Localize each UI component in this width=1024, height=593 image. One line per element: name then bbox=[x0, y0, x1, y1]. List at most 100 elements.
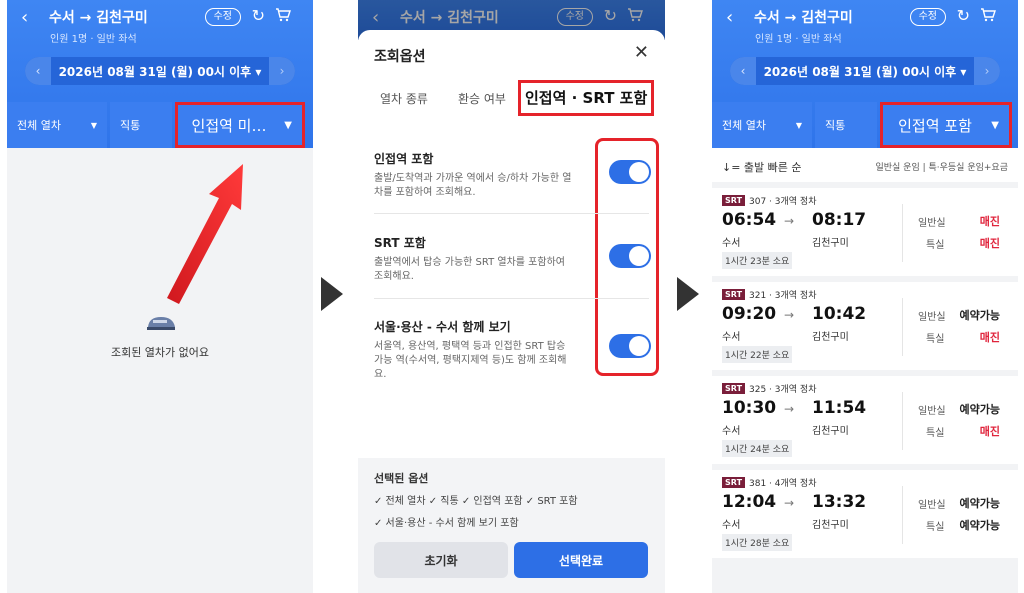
edit-button[interactable]: 수정 bbox=[204, 8, 241, 26]
option-title: SRT 포함 bbox=[374, 236, 426, 250]
filter-nearby-station[interactable]: 인접역 포함 ▼ bbox=[880, 102, 1012, 148]
edit-button[interactable]: 수정 bbox=[909, 8, 946, 26]
divider bbox=[902, 298, 903, 356]
date-selector[interactable]: ‹ 2026년 08월 31일 (월) 00시 이후 ▾ › bbox=[730, 57, 1000, 85]
next-date-icon[interactable]: › bbox=[974, 57, 1000, 85]
sort-row: ↓= 출발 빠른 순 일반실 운임 | 특·우등실 운임+요금 bbox=[712, 148, 1018, 182]
departure-station: 수서 bbox=[722, 332, 741, 343]
special-seat-status[interactable]: 매진 bbox=[980, 329, 1000, 345]
train-card[interactable]: SRT 307 · 3개역 정차 06:54 → 08:17 수서 김천구미 1… bbox=[712, 188, 1018, 276]
toggle-nearby[interactable] bbox=[609, 160, 651, 184]
filter-label: 인접역 미… bbox=[191, 116, 267, 135]
divider bbox=[902, 486, 903, 544]
next-date-icon[interactable]: › bbox=[269, 57, 295, 85]
general-seat-status[interactable]: 예약가능 bbox=[960, 495, 1000, 511]
date-label: 2026년 08월 31일 (월) 00시 이후 ▾ bbox=[58, 64, 262, 79]
train-card[interactable]: SRT 381 · 4개역 정차 12:04 → 13:32 수서 김천구미 1… bbox=[712, 470, 1018, 558]
general-seat-status[interactable]: 매진 bbox=[980, 213, 1000, 229]
train-number: 325 · 3개역 정차 bbox=[749, 385, 817, 395]
filter-label: 직통 bbox=[825, 119, 846, 132]
cart-icon[interactable] bbox=[980, 8, 996, 22]
back-icon[interactable]: ‹ bbox=[726, 7, 748, 28]
filter-direct[interactable]: 직통 bbox=[110, 102, 172, 148]
option-title: 인접역 포함 bbox=[374, 152, 434, 166]
header: ‹ 수서 → 김천구미 수정 ↻ 인원 1명 · 일반 좌석 ‹ 2026년 0… bbox=[712, 0, 1018, 148]
class-special-label: 특실 bbox=[926, 522, 945, 533]
header: ‹ 수서 → 김천구미 수정 ↻ 인원 1명 · 일반 좌석 ‹ 2026년 0… bbox=[7, 0, 313, 148]
arrival-time: 11:54 bbox=[812, 398, 867, 418]
passenger-info: 인원 1명 · 일반 좌석 bbox=[755, 34, 842, 45]
special-seat-status[interactable]: 매진 bbox=[980, 235, 1000, 251]
options-sheet: 조회옵션 ✕ 열차 종류 환승 여부 인접역 · SRT 포함 인접역 포함 출… bbox=[358, 30, 665, 593]
srt-badge: SRT bbox=[722, 477, 746, 488]
selected-line: ✓ 전체 열차 ✓ 직통 ✓ 인접역 포함 ✓ SRT 포함 bbox=[374, 496, 578, 507]
divider bbox=[374, 298, 649, 299]
duration: 1시간 22분 소요 bbox=[722, 346, 793, 363]
refresh-icon[interactable]: ↻ bbox=[252, 6, 265, 25]
filter-bar: 전체 열차 ▼ 직통 인접역 포함 ▼ bbox=[712, 102, 1018, 148]
tab-train-type[interactable]: 열차 종류 bbox=[380, 90, 428, 107]
close-icon[interactable]: ✕ bbox=[634, 42, 649, 63]
tab-transfer[interactable]: 환승 여부 bbox=[458, 90, 506, 107]
class-general-label: 일반실 bbox=[918, 406, 946, 417]
next-step-arrow-icon bbox=[321, 277, 343, 311]
refresh-icon[interactable]: ↻ bbox=[957, 6, 970, 25]
sort-toggle[interactable]: ↓= 출발 빠른 순 bbox=[722, 159, 802, 175]
class-special-label: 특실 bbox=[926, 240, 945, 251]
train-number: 321 · 3개역 정차 bbox=[749, 291, 817, 301]
tab-nearby-srt[interactable]: 인접역 · SRT 포함 bbox=[518, 80, 655, 116]
date-label: 2026년 08월 31일 (월) 00시 이후 ▾ bbox=[763, 64, 967, 79]
arrow-right-icon: → bbox=[784, 308, 795, 322]
departure-station: 수서 bbox=[722, 426, 741, 437]
date-selector[interactable]: ‹ 2026년 08월 31일 (월) 00시 이후 ▾ › bbox=[25, 57, 295, 85]
option-title: 서울·용산 - 수서 함께 보기 bbox=[374, 320, 511, 334]
prev-date-icon[interactable]: ‹ bbox=[730, 57, 756, 85]
train-card[interactable]: SRT 321 · 3개역 정차 09:20 → 10:42 수서 김천구미 1… bbox=[712, 282, 1018, 370]
option-desc: 출발/도착역과 가까운 역에서 승/하차 가능한 열차를 포함하여 조회해요. bbox=[374, 173, 572, 198]
general-seat-status[interactable]: 예약가능 bbox=[960, 307, 1000, 323]
arrival-station: 김천구미 bbox=[812, 426, 849, 437]
selected-title: 선택된 옵션 bbox=[374, 472, 429, 485]
prev-date-icon[interactable]: ‹ bbox=[25, 57, 51, 85]
option-seoul-suseo: 서울·용산 - 수서 함께 보기 서울역, 용산역, 평택역 등과 인접한 SR… bbox=[374, 318, 649, 382]
class-general-label: 일반실 bbox=[918, 218, 946, 229]
filter-all-trains[interactable]: 전체 열차 ▼ bbox=[712, 102, 812, 148]
special-seat-status[interactable]: 매진 bbox=[980, 423, 1000, 439]
toggle-srt[interactable] bbox=[609, 244, 651, 268]
option-desc: 출발역에서 탑승 가능한 SRT 열차를 포함하여 조회해요. bbox=[374, 257, 565, 282]
departure-time: 12:04 bbox=[722, 492, 777, 512]
next-step-arrow-icon bbox=[677, 277, 699, 311]
arrival-time: 13:32 bbox=[812, 492, 867, 512]
class-special-label: 특실 bbox=[926, 334, 945, 345]
confirm-button[interactable]: 선택완료 bbox=[514, 542, 648, 578]
results-list: ↓= 출발 빠른 순 일반실 운임 | 특·우등실 운임+요금 SRT 307 … bbox=[712, 148, 1018, 593]
back-icon[interactable]: ‹ bbox=[21, 7, 43, 28]
empty-message: 조회된 열차가 없어요 bbox=[110, 346, 210, 359]
departure-station: 수서 bbox=[722, 238, 741, 249]
selected-options-panel: 선택된 옵션 ✓ 전체 열차 ✓ 직통 ✓ 인접역 포함 ✓ SRT 포함 ✓ … bbox=[358, 458, 665, 593]
departure-time: 09:20 bbox=[722, 304, 777, 324]
duration: 1시간 28분 소요 bbox=[722, 534, 793, 551]
filter-all-trains[interactable]: 전체 열차 ▼ bbox=[7, 102, 107, 148]
filter-bar: 전체 열차 ▼ 직통 인접역 미… ▼ bbox=[7, 102, 313, 148]
class-special-label: 특실 bbox=[926, 428, 945, 439]
arrow-right-icon: → bbox=[784, 402, 795, 416]
arrival-station: 김천구미 bbox=[812, 332, 849, 343]
departure-time: 06:54 bbox=[722, 210, 777, 230]
arrow-right-icon: → bbox=[784, 214, 795, 228]
option-srt: SRT 포함 출발역에서 탑승 가능한 SRT 열차를 포함하여 조회해요. bbox=[374, 234, 649, 284]
departure-station: 수서 bbox=[722, 520, 741, 531]
cart-icon[interactable] bbox=[275, 8, 291, 22]
toggle-seoul-suseo[interactable] bbox=[609, 334, 651, 358]
filter-direct[interactable]: 직통 bbox=[815, 102, 877, 148]
srt-badge: SRT bbox=[722, 383, 746, 394]
filter-nearby-station[interactable]: 인접역 미… ▼ bbox=[175, 102, 305, 148]
divider bbox=[902, 204, 903, 262]
special-seat-status[interactable]: 예약가능 bbox=[960, 517, 1000, 533]
train-card[interactable]: SRT 325 · 3개역 정차 10:30 → 11:54 수서 김천구미 1… bbox=[712, 376, 1018, 464]
filter-label: 전체 열차 bbox=[722, 119, 766, 132]
filter-label: 인접역 포함 bbox=[898, 116, 972, 135]
arrival-time: 08:17 bbox=[812, 210, 867, 230]
reset-button[interactable]: 초기화 bbox=[374, 542, 508, 578]
general-seat-status[interactable]: 예약가능 bbox=[960, 401, 1000, 417]
